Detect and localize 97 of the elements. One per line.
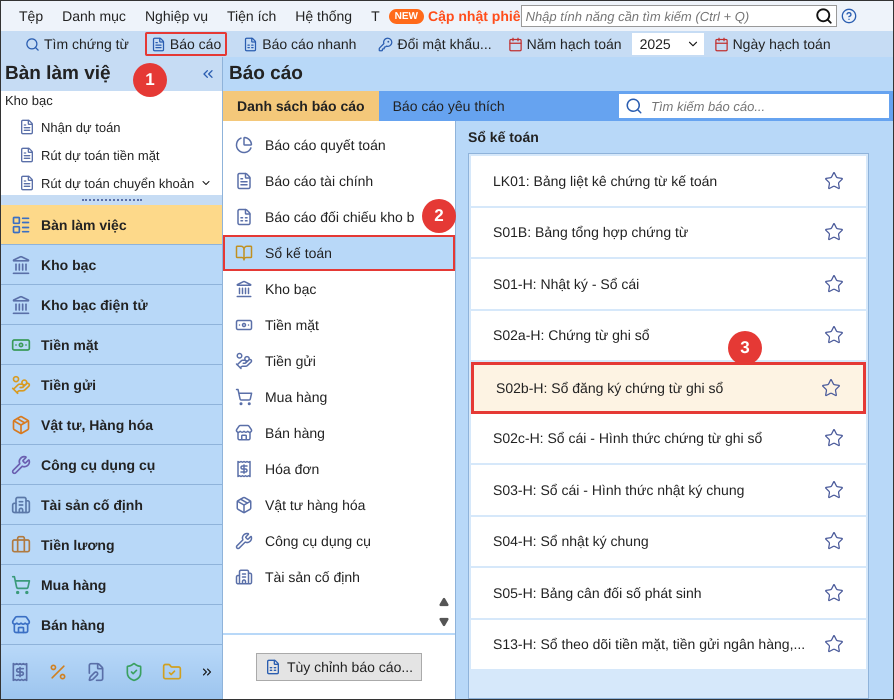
edit-document-icon[interactable] — [86, 662, 106, 682]
category-item[interactable]: Sổ kế toán — [223, 235, 455, 271]
category-item[interactable]: Hóa đơn — [223, 451, 328, 487]
help-icon[interactable] — [840, 8, 857, 24]
star-icon[interactable] — [824, 428, 844, 448]
report-item[interactable]: S01-H: Nhật ký - Sổ cái — [471, 259, 866, 310]
category-item[interactable]: Kho bạc — [223, 271, 324, 307]
store-icon — [11, 614, 31, 634]
calendar-icon — [714, 36, 729, 52]
section-heading: Sổ kế toán — [468, 128, 540, 147]
book-icon — [235, 244, 253, 262]
star-icon[interactable] — [824, 531, 844, 552]
menu-item[interactable]: Nghiệp vụ — [144, 8, 219, 24]
report-item[interactable]: LK01: Bảng liệt kê chứng từ kế toán — [471, 156, 866, 208]
wrench-icon — [235, 532, 253, 550]
store-icon — [235, 424, 253, 442]
document-icon — [19, 175, 35, 191]
report-item[interactable]: S01B: Bảng tổng hợp chứng từ — [471, 208, 866, 259]
search-icon — [625, 97, 643, 115]
bank-icon — [235, 280, 253, 298]
scroll-down-icon[interactable] — [439, 617, 449, 627]
nav-item[interactable]: Bàn làm việc — [1, 205, 222, 245]
report-item[interactable]: S02c-H: Sổ cái - Hình thức chứng từ ghi sổ — [471, 414, 866, 465]
tab[interactable]: Danh sách báo cáo — [223, 91, 379, 121]
report-search-field[interactable]: Tìm kiếm báo cáo... — [619, 94, 889, 118]
star-icon[interactable] — [824, 634, 844, 654]
spreadsheet-icon — [243, 36, 258, 52]
search-icon — [25, 36, 40, 52]
spreadsheet-icon — [235, 208, 253, 226]
toolbar-button[interactable]: Báo cáo nhanh — [237, 32, 362, 56]
bank-icon — [11, 294, 31, 314]
category-item[interactable]: Báo cáo đối chiếu kho b — [223, 199, 422, 235]
year-select[interactable]: 2025 — [632, 33, 704, 55]
bank-icon — [11, 254, 31, 274]
report-item[interactable]: S03-H: Sổ cái - Hình thức nhật ký chung — [471, 465, 866, 516]
category-item[interactable]: Báo cáo quyết toán — [223, 127, 394, 163]
hand-coins-icon — [235, 352, 253, 370]
menu-item[interactable]: Danh mục — [62, 8, 137, 24]
category-item[interactable]: Tài sản cố định — [223, 559, 368, 595]
tree-group-label: Kho bạc — [5, 93, 54, 110]
report-settings-icon — [264, 659, 281, 675]
menu-item[interactable]: Hệ thống — [295, 8, 364, 24]
report-item[interactable]: S13-H: Sổ theo dõi tiền mặt, tiền gửi ngân hàng,... — [471, 620, 866, 671]
pie-chart-icon — [235, 136, 253, 154]
category-item[interactable]: Tiền gửi — [223, 343, 324, 379]
calendar-icon — [508, 36, 523, 52]
menu-item[interactable]: T — [371, 8, 391, 24]
toolbar-button[interactable]: Tìm chứng từ — [19, 32, 135, 56]
briefcase-icon — [11, 534, 31, 554]
report-item[interactable]: S05-H: Bảng cân đối số phát sinh — [471, 568, 866, 620]
wrench-icon — [11, 454, 31, 474]
category-item[interactable]: Bán hàng — [223, 415, 333, 451]
star-icon[interactable] — [824, 325, 844, 346]
report-item[interactable]: S04-H: Sổ nhật ký chung — [471, 516, 866, 568]
cart-icon — [11, 574, 31, 594]
menu-item[interactable]: Tiện ích — [226, 8, 288, 24]
search-icon[interactable] — [814, 7, 833, 25]
category-item[interactable]: Vật tư hàng hóa — [223, 487, 374, 523]
package-icon — [11, 414, 31, 434]
tab[interactable]: Báo cáo yêu thích — [378, 91, 519, 121]
receipt-icon — [235, 460, 253, 478]
document-icon — [19, 147, 35, 163]
fiscal-year-label: Năm hạch toán — [508, 36, 622, 52]
posting-date-label: Ngày hạch toán — [714, 36, 831, 52]
building-icon — [11, 494, 31, 514]
feature-search-field[interactable]: Nhập tính năng cần tìm kiếm (Ctrl + Q) — [520, 5, 837, 27]
menu-item[interactable]: Tệp — [19, 8, 54, 24]
star-icon[interactable] — [824, 170, 844, 191]
tree-item[interactable]: Rút dự toán tiền mặt — [5, 141, 218, 169]
category-item[interactable]: Tiền mặt — [223, 307, 327, 343]
toolbar-button[interactable]: Báo cáo — [144, 32, 228, 56]
tree-item[interactable]: Rút dự toán chuyển khoản — [5, 169, 218, 197]
star-icon[interactable] — [824, 582, 844, 603]
category-item[interactable]: Báo cáo tài chính — [223, 163, 382, 199]
star-icon[interactable] — [821, 378, 841, 398]
customize-report-button[interactable]: Tùy chỉnh báo cáo... — [256, 653, 422, 681]
package-icon — [235, 496, 253, 514]
report-item[interactable]: S02b-H: Sổ đăng ký chứng từ ghi sổ — [471, 362, 866, 414]
document-icon — [235, 172, 253, 190]
star-icon[interactable] — [824, 274, 844, 294]
building-icon — [235, 568, 253, 586]
hand-coins-icon — [11, 374, 31, 394]
document-icon — [19, 119, 35, 135]
category-item[interactable]: Mua hàng — [223, 379, 336, 415]
category-item[interactable]: Công cụ dụng cụ — [223, 523, 379, 559]
key-icon — [378, 36, 394, 52]
list-icon — [11, 214, 31, 234]
cart-icon — [235, 388, 253, 406]
toolbar-button[interactable]: Đổi mật khẩu... — [372, 32, 498, 56]
new-badge: NEW — [388, 8, 424, 24]
star-icon[interactable] — [824, 222, 844, 242]
star-icon[interactable] — [824, 480, 844, 500]
scroll-up-icon[interactable] — [439, 597, 449, 607]
tree-item[interactable]: Nhận dự toán — [5, 113, 218, 141]
receipt-icon[interactable] — [10, 662, 30, 682]
panel-title: Bàn làm việ — [5, 63, 111, 85]
document-icon — [150, 36, 166, 52]
